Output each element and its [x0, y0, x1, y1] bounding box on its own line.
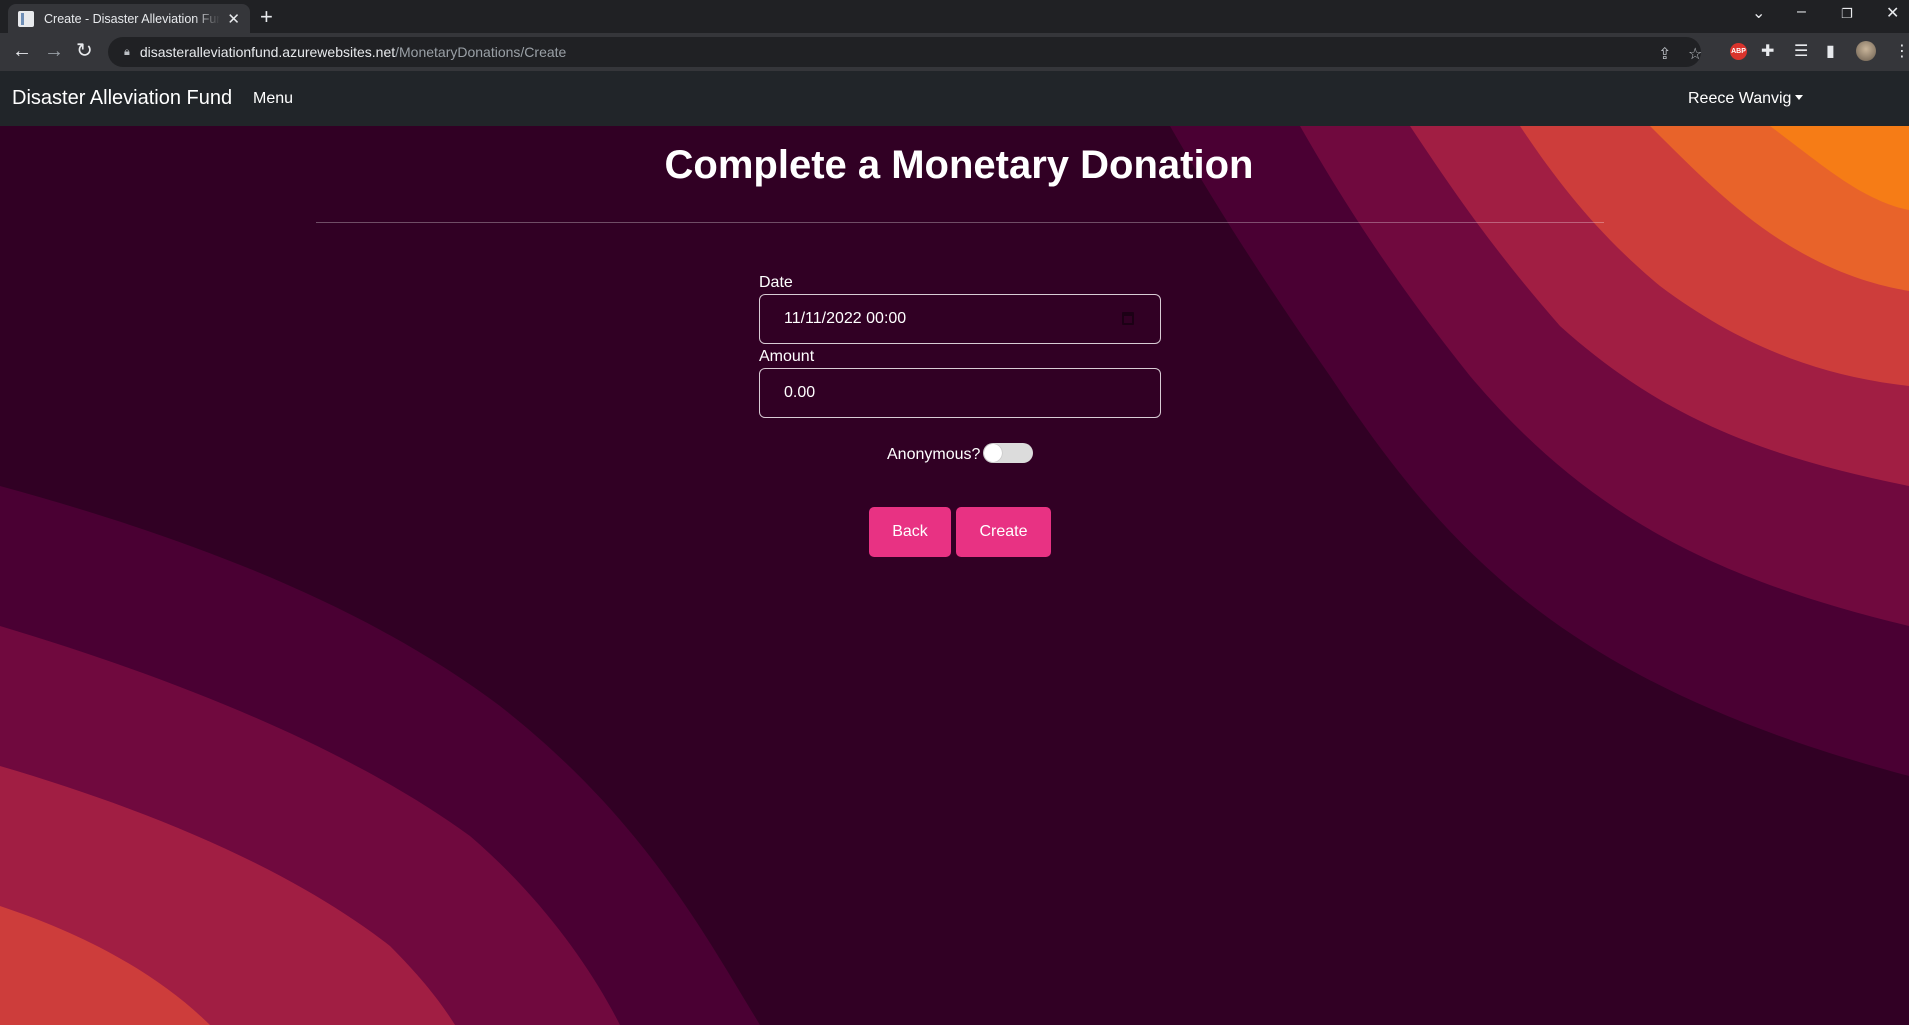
tab-search-icon[interactable]: ⌄: [1752, 3, 1765, 23]
address-bar[interactable]: 🔒︎ disasteralleviationfund.azurewebsites…: [108, 37, 1702, 67]
site-navbar: Disaster Alleviation Fund Menu Reece Wan…: [0, 71, 1909, 126]
share-icon[interactable]: ⇪: [1658, 44, 1671, 64]
page-title: Complete a Monetary Donation: [664, 143, 1254, 187]
close-tab-icon[interactable]: ✕: [227, 10, 240, 28]
profile-avatar[interactable]: [1856, 41, 1876, 61]
star-icon[interactable]: ☆: [1688, 44, 1702, 64]
wave-background: [0, 126, 1909, 1025]
amount-label: Amount: [759, 348, 815, 365]
lock-icon[interactable]: 🔒︎: [124, 46, 130, 59]
user-dropdown[interactable]: Reece Wanvig: [1688, 90, 1804, 108]
date-value: 11/11/2022 00:00: [784, 310, 907, 327]
brand-link[interactable]: Disaster Alleviation Fund: [12, 87, 232, 110]
side-panel-icon[interactable]: ▮: [1826, 41, 1835, 61]
create-button[interactable]: Create: [956, 507, 1051, 557]
calendar-icon[interactable]: [1122, 312, 1134, 325]
tab-title: Create - Disaster Alleviation Fund: [44, 11, 220, 26]
adblock-icon[interactable]: ABP: [1730, 43, 1747, 60]
reading-list-icon[interactable]: ☰: [1794, 41, 1808, 61]
anonymous-label: Anonymous?: [887, 446, 981, 463]
close-window-icon[interactable]: ✕: [1886, 3, 1899, 23]
new-tab-icon[interactable]: +: [260, 4, 273, 30]
restore-icon[interactable]: ❐: [1841, 6, 1853, 22]
browser-tabstrip: Create - Disaster Alleviation Fund ✕ + ⌄…: [0, 0, 1909, 33]
browser-tab[interactable]: Create - Disaster Alleviation Fund ✕: [8, 4, 250, 33]
date-label: Date: [759, 274, 793, 291]
menu-link[interactable]: Menu: [253, 90, 293, 108]
anonymous-toggle[interactable]: [983, 443, 1033, 463]
caret-down-icon: [1795, 95, 1804, 100]
amount-value: 0.00: [784, 384, 816, 401]
minimize-icon[interactable]: –: [1797, 3, 1806, 21]
toggle-knob: [984, 444, 1002, 462]
user-name: Reece Wanvig: [1688, 90, 1792, 107]
page-favicon-icon: [18, 10, 34, 27]
amount-field[interactable]: 0.00: [759, 368, 1161, 418]
date-field[interactable]: 11/11/2022 00:00: [759, 294, 1161, 344]
reload-icon[interactable]: ↻: [76, 40, 93, 62]
title-divider: [316, 222, 1604, 223]
browser-toolbar: ← → ↻ 🔒︎ disasteralleviationfund.azurewe…: [0, 33, 1909, 71]
forward-icon[interactable]: →: [44, 40, 64, 62]
more-icon[interactable]: ⋮: [1894, 41, 1909, 61]
url-path: /MonetaryDonations/Create: [395, 44, 567, 60]
back-icon[interactable]: ←: [12, 40, 32, 62]
back-button[interactable]: Back: [869, 507, 951, 557]
url-host: disasteralleviationfund.azurewebsites.ne…: [139, 44, 396, 60]
extensions-icon[interactable]: ✚: [1761, 41, 1774, 61]
